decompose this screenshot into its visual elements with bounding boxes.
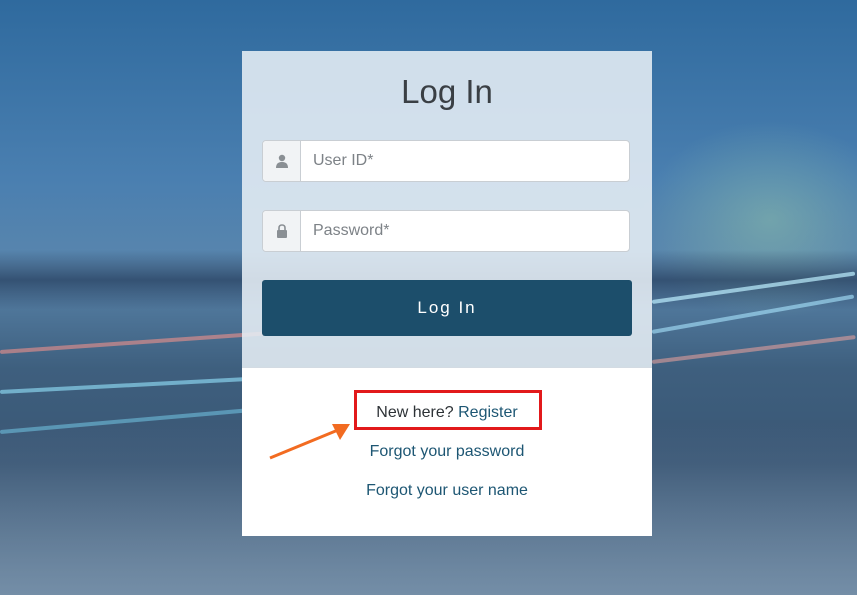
forgot-username-line: Forgot your user name (242, 482, 652, 500)
password-input[interactable] (301, 211, 627, 251)
forgot-username-link[interactable]: Forgot your user name (366, 482, 528, 499)
register-link[interactable]: Register (458, 404, 518, 421)
login-button[interactable]: Log In (262, 280, 632, 336)
lock-icon (263, 211, 301, 251)
page-title: Log In (401, 73, 493, 110)
annotation-arrow-icon (269, 424, 350, 460)
login-form-panel: Log In Log In (242, 51, 652, 367)
new-here-text: New here? (376, 404, 454, 421)
user-id-input[interactable] (301, 141, 627, 181)
light-streak (651, 335, 856, 364)
user-icon (263, 141, 301, 181)
user-id-field[interactable] (262, 140, 630, 182)
forgot-password-link[interactable]: Forgot your password (370, 443, 525, 460)
password-field[interactable] (262, 210, 630, 252)
